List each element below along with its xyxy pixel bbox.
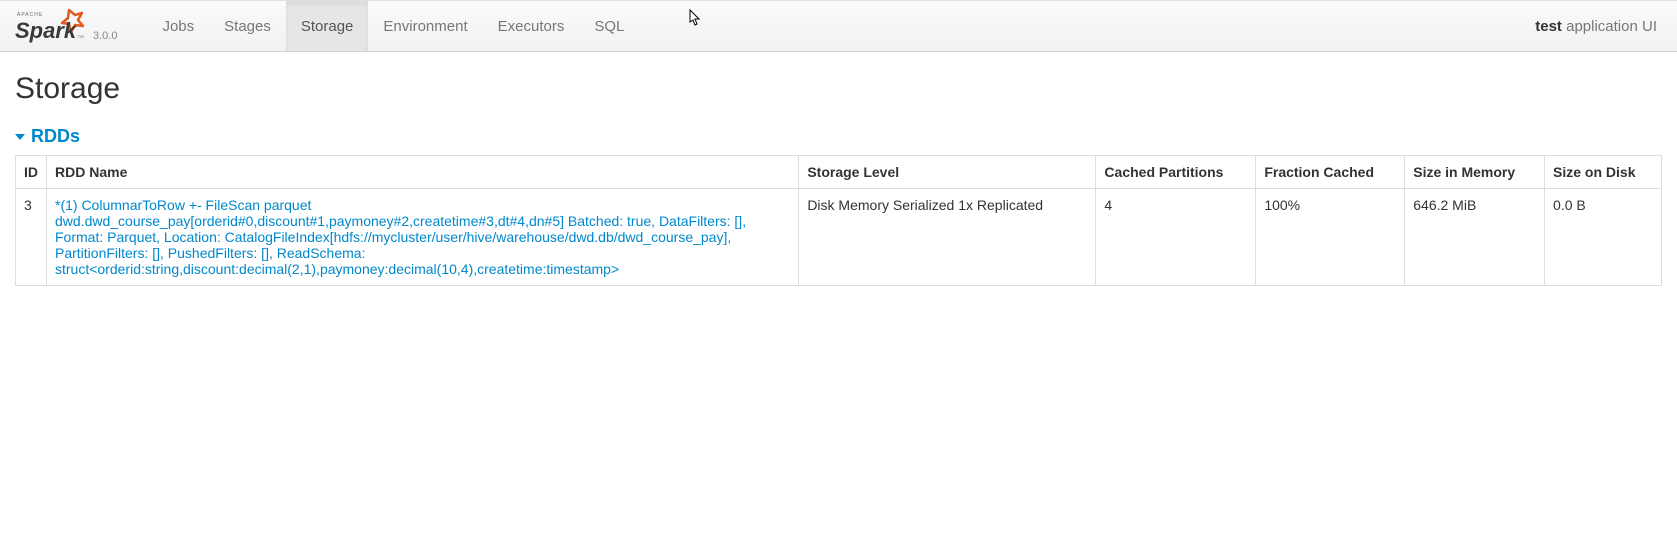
tab-stages[interactable]: Stages — [209, 1, 286, 51]
cell-size-on-disk: 0.0 B — [1545, 189, 1662, 286]
cell-fraction-cached: 100% — [1256, 189, 1405, 286]
nav-tabs: Jobs Stages Storage Environment Executor… — [147, 1, 1535, 51]
col-id[interactable]: ID — [16, 156, 47, 189]
cell-cached-partitions: 4 — [1096, 189, 1256, 286]
spark-version: 3.0.0 — [93, 30, 117, 42]
tab-storage[interactable]: Storage — [286, 1, 369, 51]
app-title: test application UI — [1535, 18, 1662, 35]
rdd-name-link[interactable]: *(1) ColumnarToRow +- FileScan parquet d… — [55, 197, 746, 277]
tab-jobs[interactable]: Jobs — [147, 1, 209, 51]
col-size-in-memory[interactable]: Size in Memory — [1405, 156, 1545, 189]
main-content: Storage RDDs ID RDD Name Storage Level C… — [0, 52, 1677, 301]
spark-logo[interactable]: APACHE Spark ™ 3.0.0 — [15, 7, 117, 45]
col-size-on-disk[interactable]: Size on Disk — [1545, 156, 1662, 189]
svg-text:Spark: Spark — [15, 18, 78, 43]
tab-sql[interactable]: SQL — [579, 1, 639, 51]
section-toggle-rdds[interactable]: RDDs — [15, 126, 1662, 147]
caret-down-icon — [15, 134, 25, 140]
cell-storage-level: Disk Memory Serialized 1x Replicated — [799, 189, 1096, 286]
rdd-table: ID RDD Name Storage Level Cached Partiti… — [15, 155, 1662, 286]
col-storage-level[interactable]: Storage Level — [799, 156, 1096, 189]
table-row: 3 *(1) ColumnarToRow +- FileScan parquet… — [16, 189, 1662, 286]
tab-executors[interactable]: Executors — [483, 1, 580, 51]
spark-logo-icon: APACHE Spark ™ — [15, 7, 87, 45]
page-title: Storage — [15, 72, 1662, 106]
col-fraction-cached[interactable]: Fraction Cached — [1256, 156, 1405, 189]
cell-size-in-memory: 646.2 MiB — [1405, 189, 1545, 286]
table-header-row: ID RDD Name Storage Level Cached Partiti… — [16, 156, 1662, 189]
cell-rdd-name: *(1) ColumnarToRow +- FileScan parquet d… — [47, 189, 799, 286]
section-title: RDDs — [31, 126, 80, 147]
svg-text:™: ™ — [77, 35, 84, 42]
tab-environment[interactable]: Environment — [368, 1, 482, 51]
col-rdd-name[interactable]: RDD Name — [47, 156, 799, 189]
navbar: APACHE Spark ™ 3.0.0 Jobs Stages Storage… — [0, 0, 1677, 52]
cell-id: 3 — [16, 189, 47, 286]
col-cached-partitions[interactable]: Cached Partitions — [1096, 156, 1256, 189]
